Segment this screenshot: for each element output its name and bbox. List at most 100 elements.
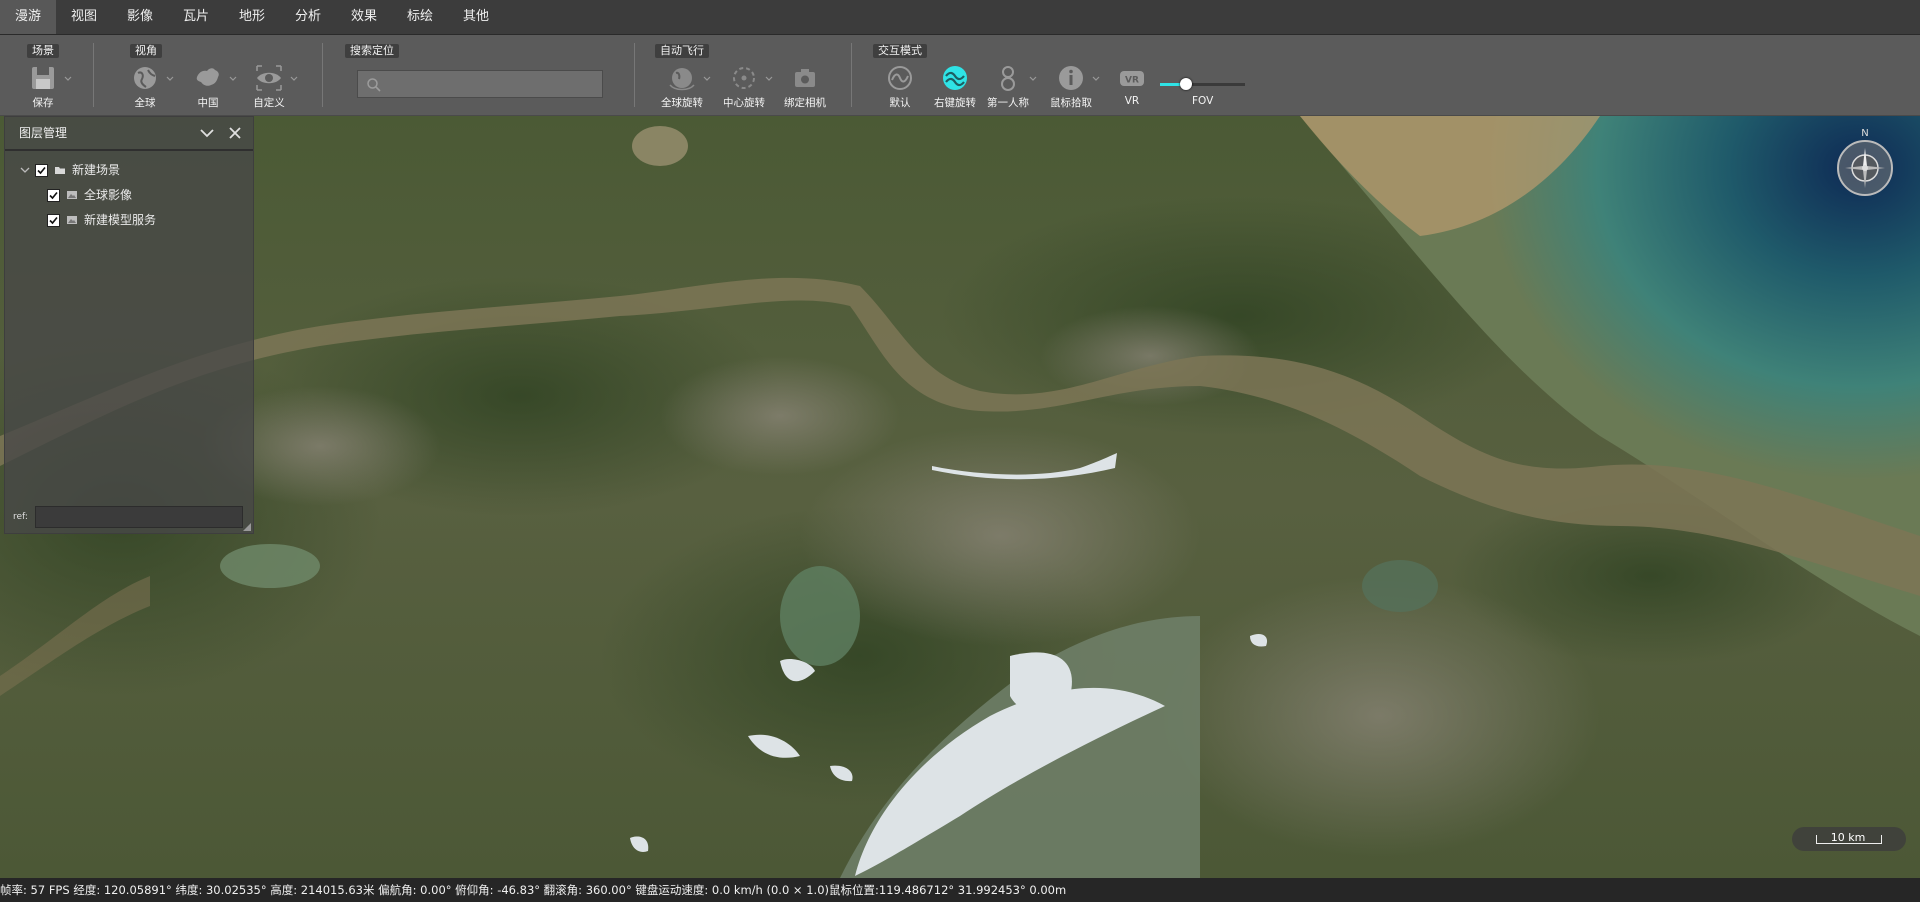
group-label-autofly: 自动飞行 — [655, 44, 709, 58]
vr-icon-text: VR — [1125, 76, 1139, 86]
fov-label: FOV — [1192, 95, 1214, 107]
menu-other[interactable]: 其他 — [448, 0, 504, 34]
tree-node-scene[interactable]: 新建场景 — [19, 160, 120, 180]
chevron-down-icon — [703, 76, 711, 81]
vr-headset-icon: VR — [1120, 71, 1144, 86]
first-person-button[interactable]: 第一人称 — [980, 63, 1037, 111]
checkbox-model-service[interactable] — [47, 213, 60, 227]
map-viewport[interactable] — [0, 116, 1920, 878]
ref-input[interactable] — [35, 506, 243, 528]
center-rotate-icon — [733, 67, 755, 89]
default-mode-icon — [888, 66, 912, 90]
search-icon — [367, 78, 381, 92]
center-rotate-label: 中心旋转 — [723, 97, 765, 109]
chevron-down-icon — [229, 76, 237, 81]
collapse-chevron-icon[interactable] — [199, 125, 215, 141]
panel-title: 图层管理 — [5, 117, 253, 151]
globe-view-button[interactable]: 全球 — [117, 63, 174, 111]
default-mode-button[interactable]: 默认 — [872, 63, 928, 111]
info-icon — [1059, 66, 1083, 90]
checkmark-icon — [49, 216, 58, 224]
ref-label: ref: — [13, 512, 28, 522]
save-button[interactable]: 保存 — [15, 63, 72, 111]
checkmark-icon — [37, 166, 46, 174]
custom-view-button[interactable]: 自定义 — [241, 63, 298, 111]
global-rotate-button[interactable]: 全球旋转 — [654, 63, 711, 111]
search-input[interactable] — [386, 73, 598, 97]
save-icon — [32, 67, 54, 89]
group-label-interaction: 交互模式 — [873, 44, 927, 58]
menu-terrain[interactable]: 地形 — [224, 0, 280, 34]
tree-label-global-imagery: 全球影像 — [84, 188, 133, 202]
china-label: 中国 — [197, 97, 219, 109]
tree-node-model-service[interactable]: 新建模型服务 — [47, 210, 156, 230]
bind-camera-button[interactable]: 绑定相机 — [777, 63, 833, 111]
global-rotate-label: 全球旋转 — [661, 97, 703, 109]
tree-label-scene: 新建场景 — [72, 163, 121, 177]
tree-node-global-imagery[interactable]: 全球影像 — [47, 185, 132, 205]
mouse-pick-button[interactable]: 鼠标拾取 — [1043, 63, 1100, 111]
checkbox-global-imagery[interactable] — [47, 188, 60, 202]
china-view-button[interactable]: 中国 — [180, 63, 237, 111]
layer-manager-panel: 图层管理 新建场景 全球影像 新建模型服务 ref: — [4, 116, 254, 534]
expand-arrow-icon[interactable] — [19, 164, 31, 176]
status-bar: 帧率: 57 FPS 经度: 120.05891° 纬度: 30.02535° … — [0, 878, 1920, 902]
resize-grip-icon[interactable] — [243, 523, 251, 531]
menu-plotting[interactable]: 标绘 — [392, 0, 448, 34]
right-rotate-icon — [943, 66, 967, 90]
toolbar-separator — [634, 43, 635, 107]
compass-north-label: N — [1861, 128, 1869, 139]
person-icon — [1001, 66, 1015, 91]
checkbox-scene[interactable] — [35, 163, 48, 177]
scale-bar: 10 km — [1792, 827, 1906, 851]
ref-row: ref: — [13, 506, 245, 530]
vr-button[interactable]: VR VR — [1104, 63, 1160, 111]
close-icon[interactable] — [227, 125, 243, 141]
chevron-down-icon — [1092, 76, 1100, 81]
compass-icon — [1837, 140, 1893, 196]
right-rotate-button[interactable]: 右键旋转 — [927, 63, 983, 111]
chevron-down-icon — [64, 76, 72, 81]
tree-label-model-service: 新建模型服务 — [84, 213, 157, 227]
right-rotate-label: 右键旋转 — [934, 97, 976, 109]
chevron-down-icon — [166, 76, 174, 81]
camera-icon — [795, 69, 815, 87]
menu-imagery[interactable]: 影像 — [112, 0, 168, 34]
china-map-icon — [196, 68, 219, 86]
image-layer-icon — [67, 191, 77, 199]
globe-rotate-icon — [669, 68, 695, 91]
first-person-label: 第一人称 — [987, 97, 1029, 109]
mouse-pick-label: 鼠标拾取 — [1050, 97, 1092, 109]
main-menu-bar: 漫游 视图 影像 瓦片 地形 分析 效果 标绘 其他 — [0, 0, 1920, 35]
default-mode-label: 默认 — [889, 97, 911, 109]
menu-roam[interactable]: 漫游 — [0, 0, 56, 34]
center-rotate-button[interactable]: 中心旋转 — [716, 63, 773, 111]
custom-label: 自定义 — [253, 97, 285, 109]
menu-tiles[interactable]: 瓦片 — [168, 0, 224, 34]
group-label-search: 搜索定位 — [345, 44, 399, 58]
fov-slider-thumb[interactable] — [1179, 78, 1192, 90]
menu-effects[interactable]: 效果 — [336, 0, 392, 34]
chevron-down-icon — [1029, 76, 1037, 81]
menu-analysis[interactable]: 分析 — [280, 0, 336, 34]
folder-icon — [55, 167, 65, 174]
vr-label: VR — [1124, 95, 1140, 107]
globe-icon — [134, 67, 156, 89]
image-layer-icon — [67, 216, 77, 224]
fov-slider[interactable] — [1160, 75, 1245, 95]
chevron-down-icon — [290, 76, 298, 81]
bind-camera-label: 绑定相机 — [784, 97, 826, 109]
chevron-down-icon — [765, 76, 773, 81]
toolbar-separator — [322, 43, 323, 107]
group-label-scene: 场景 — [27, 44, 59, 58]
eye-icon — [256, 65, 282, 91]
satellite-imagery — [0, 116, 1920, 878]
menu-view[interactable]: 视图 — [56, 0, 112, 34]
search-box — [357, 70, 603, 98]
group-label-view: 视角 — [130, 44, 162, 58]
scale-bar-label: 10 km — [1830, 831, 1866, 844]
toolbar-separator — [93, 43, 94, 107]
compass[interactable]: N — [1836, 128, 1894, 196]
checkmark-icon — [49, 191, 58, 199]
toolbar-separator — [851, 43, 852, 107]
